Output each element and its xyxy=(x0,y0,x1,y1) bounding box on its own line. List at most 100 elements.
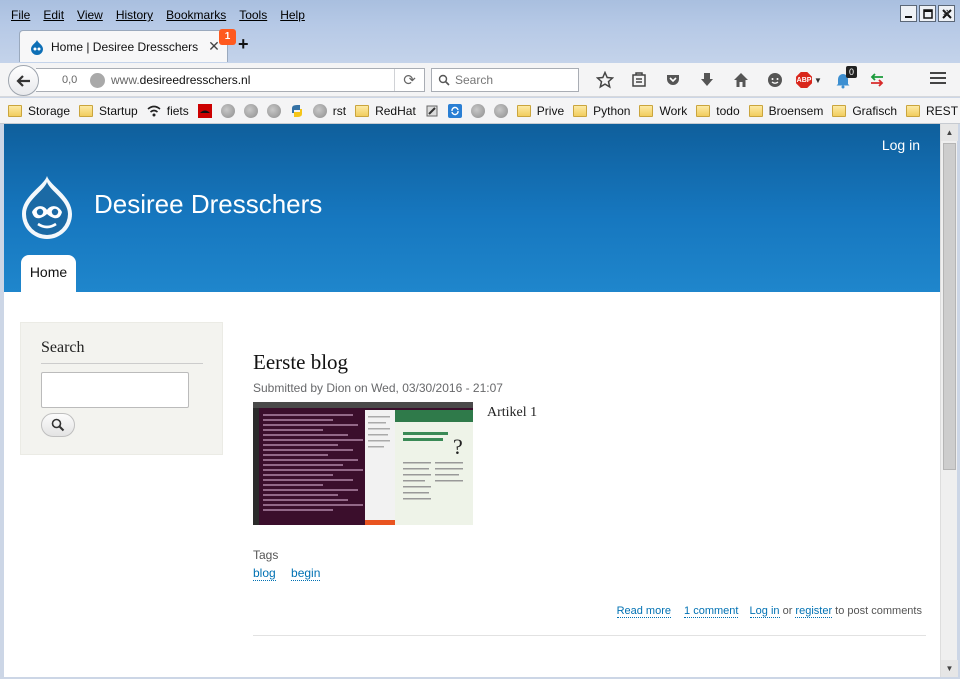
site-name[interactable]: Desiree Dresschers xyxy=(94,189,322,220)
bookmark-rest[interactable]: REST xyxy=(906,101,958,121)
maximize-button[interactable] xyxy=(919,5,936,22)
bookmark-label: Storage xyxy=(28,103,71,118)
comments-link[interactable]: 1 comment xyxy=(684,605,739,618)
tab-count-badge: 1 xyxy=(219,29,236,45)
scroll-up-arrow-icon[interactable]: ▲ xyxy=(941,124,958,141)
vertical-scrollbar[interactable]: ▲ ▼ xyxy=(940,124,958,677)
menu-bar: File Edit View History Bookmarks Tools H… xyxy=(4,4,311,26)
chat-icon[interactable] xyxy=(758,67,792,93)
search-bar[interactable] xyxy=(431,68,579,92)
search-input[interactable] xyxy=(455,73,565,87)
bookmark-storage[interactable]: Storage xyxy=(8,101,70,121)
bookmarks-overflow-chevron-icon[interactable]: » xyxy=(943,4,950,19)
bookmark-work[interactable]: Work xyxy=(639,101,687,121)
bookmark-label: Grafisch xyxy=(852,103,898,118)
scroll-down-arrow-icon[interactable]: ▼ xyxy=(941,660,958,677)
bookmark-prive[interactable]: Prive xyxy=(516,101,565,121)
folder-icon xyxy=(79,104,94,117)
bookmark-label: Prive xyxy=(536,103,565,118)
browser-tab-active[interactable]: Home | Desiree Dresschers ✕ xyxy=(19,30,228,62)
notification-count-badge: 0 xyxy=(846,66,858,78)
bookmark-python-7[interactable] xyxy=(290,101,304,121)
pocket-icon[interactable] xyxy=(656,67,690,93)
bookmark-redhat-3[interactable] xyxy=(197,101,212,121)
bookmark-label: todo xyxy=(716,103,740,118)
tool-icon xyxy=(426,105,438,116)
folder-icon xyxy=(832,104,847,117)
tag-link-begin[interactable]: begin xyxy=(291,566,321,581)
back-button[interactable] xyxy=(8,65,39,96)
bookmark-globe-6[interactable] xyxy=(266,101,281,121)
bookmark-star-icon[interactable] xyxy=(588,67,622,93)
minimize-button[interactable] xyxy=(900,5,917,22)
bookmark-label: rst xyxy=(332,103,347,118)
hamburger-menu-icon[interactable] xyxy=(930,72,946,87)
bookmark-label: REST xyxy=(926,103,959,118)
header-login-link[interactable]: Log in xyxy=(882,137,920,153)
sync-arrows-icon[interactable] xyxy=(860,67,894,93)
bookmark-grafisch[interactable]: Grafisch xyxy=(832,101,897,121)
home-icon[interactable] xyxy=(724,67,758,93)
menu-history[interactable]: History xyxy=(109,5,159,25)
menu-bookmarks[interactable]: Bookmarks xyxy=(159,5,232,25)
bookmark-sync-11[interactable] xyxy=(447,101,462,121)
reading-list-icon[interactable] xyxy=(622,67,656,93)
tag-link-blog[interactable]: blog xyxy=(253,566,276,581)
bookmark-broensem[interactable]: Broensem xyxy=(748,101,823,121)
globe-icon xyxy=(220,103,235,118)
site-identity-icon[interactable] xyxy=(90,72,105,88)
bookmark-label: fiets xyxy=(166,103,189,118)
wifi-icon xyxy=(147,105,161,116)
new-tab-button[interactable]: + xyxy=(238,34,249,54)
read-more-link[interactable]: Read more xyxy=(616,605,671,618)
folder-icon xyxy=(748,104,763,117)
folder-icon xyxy=(639,104,654,117)
menu-file[interactable]: File xyxy=(4,5,36,25)
site-search-button[interactable] xyxy=(41,413,75,437)
bookmark-startup[interactable]: Startup xyxy=(79,101,138,121)
url-text[interactable]: www.desireedresschers.nl xyxy=(111,73,394,87)
back-arrow-icon xyxy=(15,74,30,87)
login-link[interactable]: Log in xyxy=(749,605,780,618)
scrollbar-thumb[interactable] xyxy=(943,143,956,470)
search-block: Search xyxy=(20,322,223,455)
article-title[interactable]: Eerste blog xyxy=(253,350,926,375)
bookmark-globe-4[interactable] xyxy=(220,101,235,121)
drupal-logo-icon[interactable] xyxy=(18,174,76,240)
nav-home-tab[interactable]: Home xyxy=(21,255,76,292)
url-bar[interactable]: 0,0 www.desireedresschers.nl ⟳ xyxy=(36,68,425,92)
search-icon xyxy=(51,418,65,432)
folder-icon xyxy=(355,104,370,117)
bookmark-python[interactable]: Python xyxy=(573,101,630,121)
folder-icon xyxy=(516,104,531,117)
reload-icon[interactable]: ⟳ xyxy=(394,69,424,91)
menu-help[interactable]: Help xyxy=(273,5,311,25)
divider xyxy=(41,363,203,364)
article-divider xyxy=(253,635,926,636)
svg-text:?: ? xyxy=(453,434,463,459)
adblock-plus-icon[interactable]: ABP ▼ xyxy=(792,67,826,93)
register-link[interactable]: register xyxy=(795,605,833,618)
window-titlebar: File Edit View History Bookmarks Tools H… xyxy=(0,0,960,64)
menu-edit[interactable]: Edit xyxy=(36,5,70,25)
bookmark-tool-10[interactable] xyxy=(425,101,439,121)
menu-view[interactable]: View xyxy=(70,5,109,25)
bookmark-globe-5[interactable] xyxy=(243,101,258,121)
bookmark-globe-13[interactable] xyxy=(493,101,508,121)
article-body: Artikel 1 xyxy=(487,405,538,420)
bookmark-globe-12[interactable] xyxy=(470,101,485,121)
extension-counter[interactable]: 0,0 xyxy=(62,74,88,86)
bookmark-label: Work xyxy=(659,103,688,118)
article-meta: Submitted by Dion on Wed, 03/30/2016 - 2… xyxy=(253,381,503,395)
python-icon xyxy=(291,104,302,117)
bookmark-fiets[interactable]: fiets xyxy=(147,101,189,121)
maximize-icon xyxy=(922,8,933,19)
bookmark-todo[interactable]: todo xyxy=(696,101,740,121)
toolbar-icons: ABP ▼ 0 xyxy=(588,66,894,93)
site-search-input[interactable] xyxy=(41,372,189,408)
bookmark-redhat[interactable]: RedHat xyxy=(355,101,416,121)
downloads-icon[interactable] xyxy=(690,67,724,93)
bookmark-rst[interactable]: rst xyxy=(312,101,347,121)
notifications-icon[interactable]: 0 xyxy=(826,66,860,93)
menu-tools[interactable]: Tools xyxy=(232,5,273,25)
